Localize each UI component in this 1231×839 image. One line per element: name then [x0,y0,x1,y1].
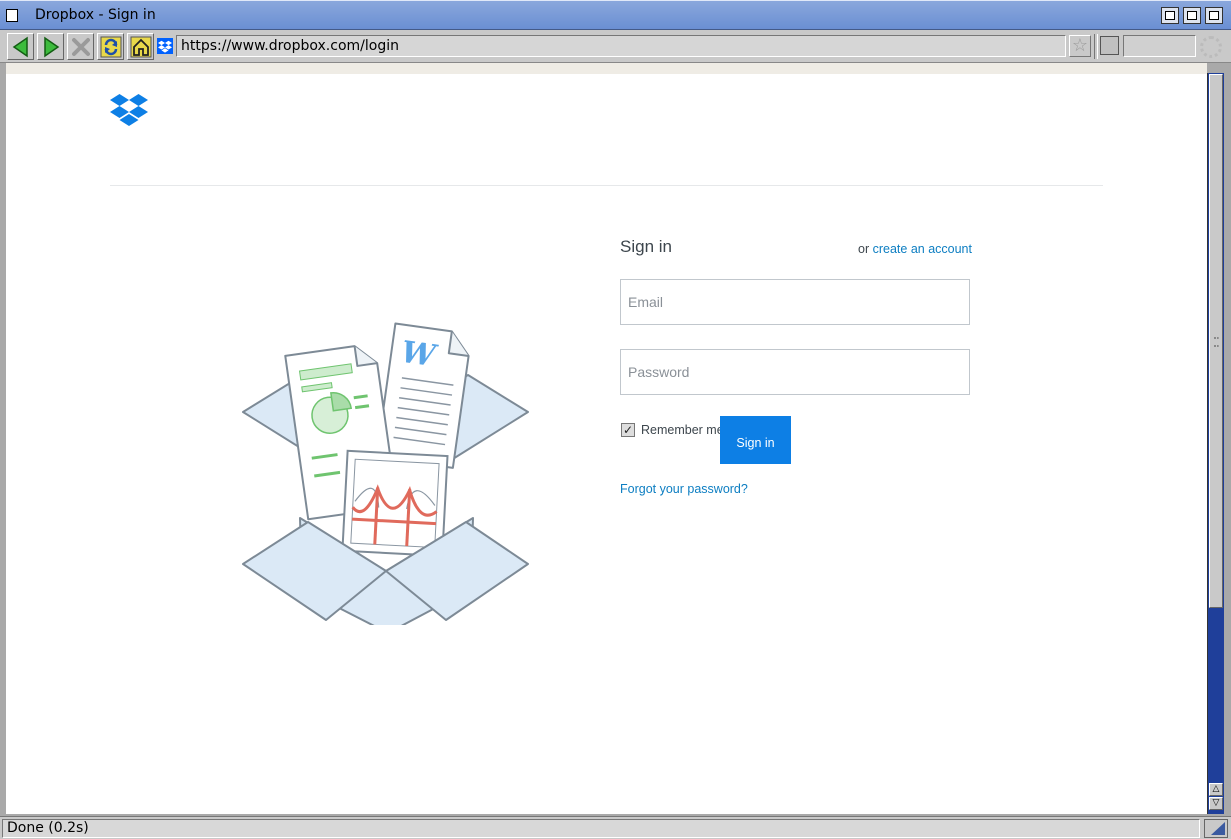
back-icon [12,36,28,57]
or-text: or [858,242,870,256]
password-field[interactable] [620,349,970,395]
home-icon [130,36,151,57]
window-title: Dropbox - Sign in [35,7,156,23]
email-field[interactable] [620,279,970,325]
dropbox-favicon-icon [157,38,173,54]
bookmark-star-icon[interactable]: ☆ [1069,35,1091,57]
page-top-strip [6,63,1207,74]
stop-button[interactable] [67,33,94,60]
status-bar: Done (0.2s) [0,816,1231,839]
search-provider-button[interactable] [1100,36,1119,55]
url-input[interactable]: https://www.dropbox.com/login [176,35,1066,57]
dropbox-box-illustration: W [242,322,529,625]
page-viewport: W Sign in or create an account Email ✓ R… [6,63,1207,814]
signin-heading: Sign in [620,237,672,256]
window-close-button[interactable] [6,9,18,22]
throbber-icon [1200,36,1222,58]
sign-in-button[interactable]: Sign in [720,416,791,464]
browser-toolbar: https://www.dropbox.com/login ☆ [0,30,1231,63]
remember-me-label: Remember me [641,423,724,437]
window-iconify-button[interactable] [1161,7,1179,24]
vertical-scrollbar[interactable] [1207,73,1224,814]
forgot-password-link[interactable]: Forgot your password? [620,482,748,496]
reload-icon [100,36,121,57]
toolbar-divider [1094,34,1098,59]
dropbox-logo-icon[interactable] [110,94,148,128]
forward-icon [43,36,59,57]
search-input[interactable] [1123,35,1196,57]
reload-button[interactable] [97,33,124,60]
window-zoom-button[interactable] [1183,7,1201,24]
scrollbar-thumb[interactable] [1209,74,1223,608]
header-divider [110,185,1103,186]
status-text: Done (0.2s) [2,819,1200,838]
back-button[interactable] [7,33,34,60]
create-account-link[interactable]: create an account [873,242,972,256]
scroll-down-arrow-icon[interactable]: ▽ [1209,797,1223,810]
scroll-up-arrow-icon[interactable]: △ [1209,783,1223,796]
create-account-row: or create an account [858,242,972,256]
window-resize-handle[interactable] [1204,819,1228,838]
window-depth-button[interactable] [1205,7,1223,24]
forward-button[interactable] [37,33,64,60]
remember-me-checkbox[interactable]: ✓ [621,423,635,437]
window-title-bar[interactable]: Dropbox - Sign in [0,0,1231,30]
scrollbar-grip-icon [1214,337,1219,347]
stop-icon [71,37,90,56]
home-button[interactable] [127,33,154,60]
